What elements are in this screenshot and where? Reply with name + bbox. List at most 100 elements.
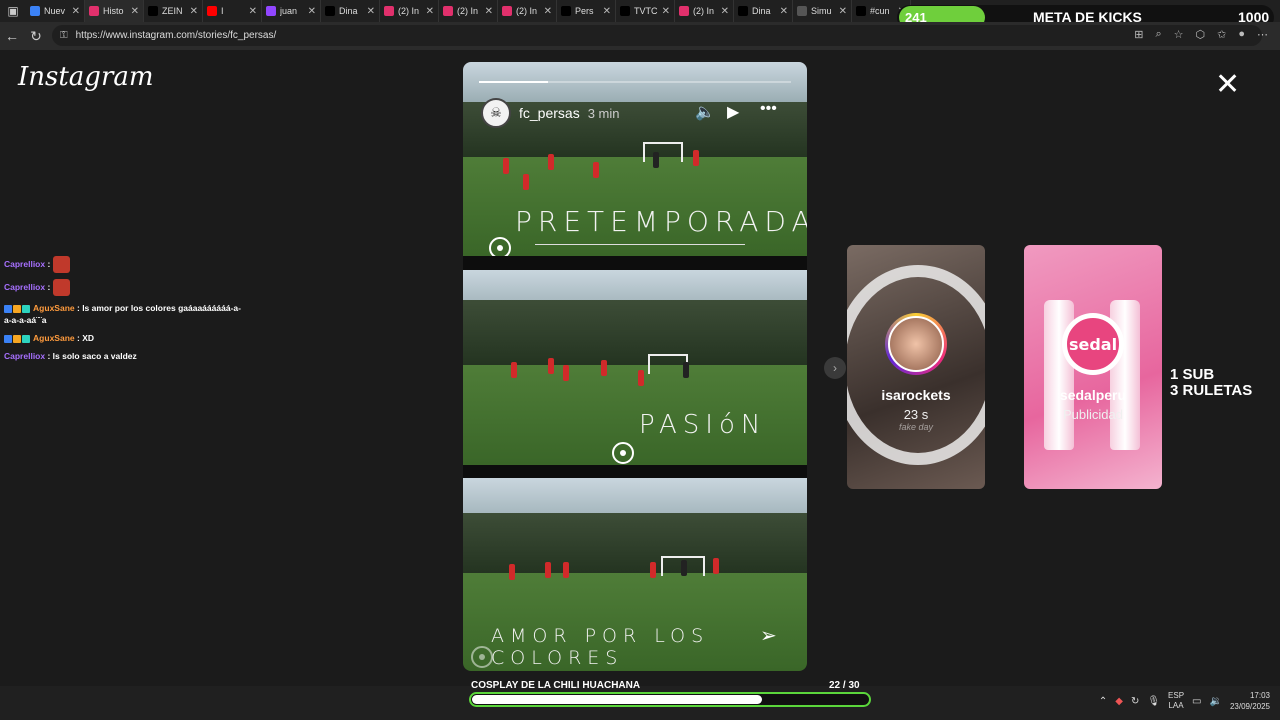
play-icon[interactable]: ▶ [727, 102, 739, 122]
tab-title: Nuev [44, 6, 66, 16]
chat-username: Caprelliox [4, 258, 46, 269]
chat-badge-icon [22, 334, 30, 343]
close-story-icon[interactable]: ✕ [1215, 70, 1240, 100]
tab-favicon-icon [443, 6, 453, 16]
address-bar[interactable]: ⚿ https://www.instagram.com/stories/fc_p… [52, 25, 1262, 46]
tab-title: juan [280, 6, 298, 16]
app-icon[interactable]: ⊞ [1134, 28, 1143, 41]
tab-favicon-icon [30, 6, 40, 16]
browser-tab[interactable]: Dina ✕ [321, 0, 380, 22]
story-preview-avatar [885, 313, 947, 375]
tab-favicon-icon [207, 6, 217, 16]
tab-close-icon[interactable]: ✕ [662, 6, 670, 17]
tab-close-icon[interactable]: ✕ [72, 6, 80, 17]
browser-tab[interactable]: TVTC ✕ [616, 0, 675, 22]
chat-message: Caprelliox : [4, 279, 244, 296]
browser-tab[interactable]: I ✕ [203, 0, 262, 22]
story-text-2: PASIóN [639, 410, 767, 440]
browser-tab[interactable]: ZEIN ✕ [144, 0, 203, 22]
chat-badge-icon [13, 304, 21, 313]
browser-tab[interactable]: Simu ✕ [793, 0, 852, 22]
send-message-icon[interactable]: ➢ [760, 623, 777, 648]
tab-actions-icon[interactable]: ▣ [0, 0, 26, 22]
language-indicator[interactable]: ESP LAA [1168, 691, 1184, 711]
mute-icon[interactable]: 🔈 [695, 102, 715, 122]
profile-avatar-icon[interactable]: ● [1238, 28, 1245, 41]
tab-close-icon[interactable]: ✕ [131, 6, 139, 17]
story-sticker-ring-2 [612, 442, 634, 464]
tray-chevron-icon[interactable]: ⌃ [1099, 696, 1107, 707]
site-info-icon[interactable]: ⚿ [60, 30, 68, 41]
back-icon[interactable]: ← [0, 28, 24, 44]
browser-tab[interactable]: Histo ✕ [85, 0, 144, 22]
url-text: https://www.instagram.com/stories/fc_per… [75, 30, 277, 41]
tab-title: (2) In [516, 6, 538, 16]
tray-app-icon[interactable]: ◆ [1115, 696, 1123, 707]
cosplay-count-total: / 30 [842, 680, 860, 691]
volume-icon[interactable]: 🔉 [1210, 696, 1222, 707]
address-row: ← ↻ ⚿ https://www.instagram.com/stories/… [0, 22, 1280, 50]
zoom-icon[interactable]: ⌕ [1155, 28, 1161, 41]
chat-emote-icon [52, 279, 70, 296]
browser-tab[interactable]: (2) In ✕ [380, 0, 439, 22]
tab-close-icon[interactable]: ✕ [367, 6, 375, 17]
favorites-icon[interactable]: ✩ [1217, 28, 1226, 41]
chat-badge-icon [22, 304, 30, 313]
chat-badge-icon [4, 304, 12, 313]
chat-message: Caprelliox : [4, 256, 244, 273]
story-more-icon[interactable]: ••• [760, 100, 777, 118]
story-sticker-ring [489, 237, 511, 256]
tab-favicon-icon [502, 6, 512, 16]
tab-title: Pers [575, 6, 594, 16]
browser-tab[interactable]: Nuev ✕ [26, 0, 85, 22]
tab-title: (2) In [398, 6, 420, 16]
tray-sync-icon[interactable]: ↻ [1131, 696, 1139, 707]
toolbar-icons: ⊞ ⌕ ☆ ⬡ ✩ ● ⋯ [1134, 28, 1268, 41]
cosplay-goal-fill [472, 695, 762, 704]
browser-tab[interactable]: (2) In ✕ [498, 0, 557, 22]
stream-promo: 1 SUB 3 RULETAS [1170, 367, 1252, 399]
tab-close-icon[interactable]: ✕ [249, 6, 257, 17]
chat-username: AguxSane [33, 333, 75, 343]
tab-close-icon[interactable]: ✕ [190, 6, 198, 17]
tab-close-icon[interactable]: ✕ [839, 6, 847, 17]
story-preview-name-2: sedalperu [1059, 387, 1127, 403]
story-preview-sedalperu[interactable]: sedal sedalperu Publicidad [1024, 245, 1162, 489]
tab-close-icon[interactable]: ✕ [721, 6, 729, 17]
story-avatar[interactable]: ☠ [481, 98, 511, 128]
tab-title: (2) In [457, 6, 479, 16]
tab-close-icon[interactable]: ✕ [780, 6, 788, 17]
chat-badge-icon [13, 334, 21, 343]
tab-favicon-icon [797, 6, 807, 16]
extensions-icon[interactable]: ⬡ [1196, 28, 1206, 41]
tab-title: I [221, 6, 224, 16]
story-username[interactable]: fc_persas [519, 105, 580, 121]
tab-close-icon[interactable]: ✕ [426, 6, 434, 17]
tab-title: Simu [811, 6, 832, 16]
tab-favicon-icon [384, 6, 394, 16]
browser-tab[interactable]: (2) In ✕ [675, 0, 734, 22]
favorite-star-icon[interactable]: ☆ [1174, 28, 1184, 41]
clock[interactable]: 17:03 23/09/2025 [1230, 690, 1270, 712]
more-menu-icon[interactable]: ⋯ [1257, 28, 1268, 41]
tab-title: Dina [752, 6, 771, 16]
browser-tab[interactable]: juan ✕ [262, 0, 321, 22]
browser-tab[interactable]: Dina ✕ [734, 0, 793, 22]
network-icon[interactable]: ▭ [1192, 696, 1201, 707]
story-header: ☠ fc_persas 3 min [481, 98, 620, 128]
tab-close-icon[interactable]: ✕ [544, 6, 552, 17]
browser-tab[interactable]: Pers ✕ [557, 0, 616, 22]
scrollbar[interactable] [1268, 50, 1280, 686]
tab-close-icon[interactable]: ✕ [603, 6, 611, 17]
microphone-icon[interactable]: 🎙 [1147, 696, 1160, 707]
browser-tab[interactable]: (2) In ✕ [439, 0, 498, 22]
story-preview-isarockets[interactable]: isarockets 23 s fake day [847, 245, 985, 489]
tab-close-icon[interactable]: ✕ [308, 6, 316, 17]
instagram-logo[interactable]: Instagram [18, 62, 154, 92]
story-viewer[interactable]: PRETEMPORADA PASIóN AMOR POR LOS COLORES [463, 62, 807, 671]
chat-overlay: Caprelliox : Caprelliox : AguxSane : ls … [4, 256, 244, 368]
tab-title: Dina [339, 6, 358, 16]
tab-close-icon[interactable]: ✕ [485, 6, 493, 17]
next-story-icon[interactable]: › [824, 357, 846, 379]
refresh-icon[interactable]: ↻ [24, 28, 48, 45]
